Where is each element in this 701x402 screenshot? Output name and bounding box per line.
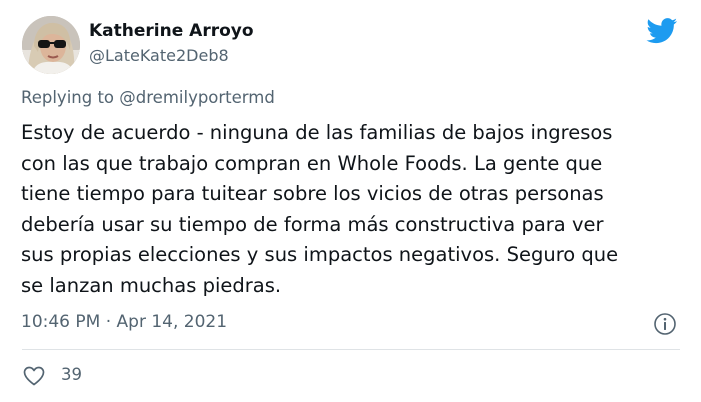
tweet-text-line: se lanzan muchas piedras. <box>21 273 282 297</box>
divider <box>22 349 680 350</box>
tweet-text-line: sus propias elecciones y sus impactos ne… <box>21 243 619 266</box>
tweet-text: Estoy de acuerdo - ninguna de las famili… <box>21 118 691 301</box>
replying-to: Replying to @dremilyportermd <box>21 88 275 107</box>
tweet-text-line: con las que trabajo compran en Whole Foo… <box>21 151 603 175</box>
info-icon[interactable] <box>653 312 677 336</box>
tweet-card: Katherine Arroyo @LateKate2Deb8 Replying… <box>0 0 701 402</box>
avatar[interactable] <box>22 16 80 74</box>
user-display-name[interactable]: Katherine Arroyo <box>89 21 254 41</box>
tweet-timestamp[interactable]: 10:46 PM · Apr 14, 2021 <box>21 312 227 332</box>
replying-to-mention[interactable]: @dremilyportermd <box>119 88 275 107</box>
heart-icon[interactable] <box>22 364 46 388</box>
replying-to-label: Replying to <box>21 88 120 107</box>
user-handle[interactable]: @LateKate2Deb8 <box>89 46 229 65</box>
tweet-text-line: Estoy de acuerdo - ninguna de las famili… <box>21 121 613 144</box>
twitter-bird-icon[interactable] <box>646 18 678 44</box>
tweet-text-line: tiene tiempo para tuitear sobre los vici… <box>21 182 604 205</box>
tweet-text-line: debería usar su tiempo de forma más cons… <box>21 212 604 236</box>
like-count: 39 <box>61 365 82 384</box>
avatar-image <box>22 16 80 74</box>
